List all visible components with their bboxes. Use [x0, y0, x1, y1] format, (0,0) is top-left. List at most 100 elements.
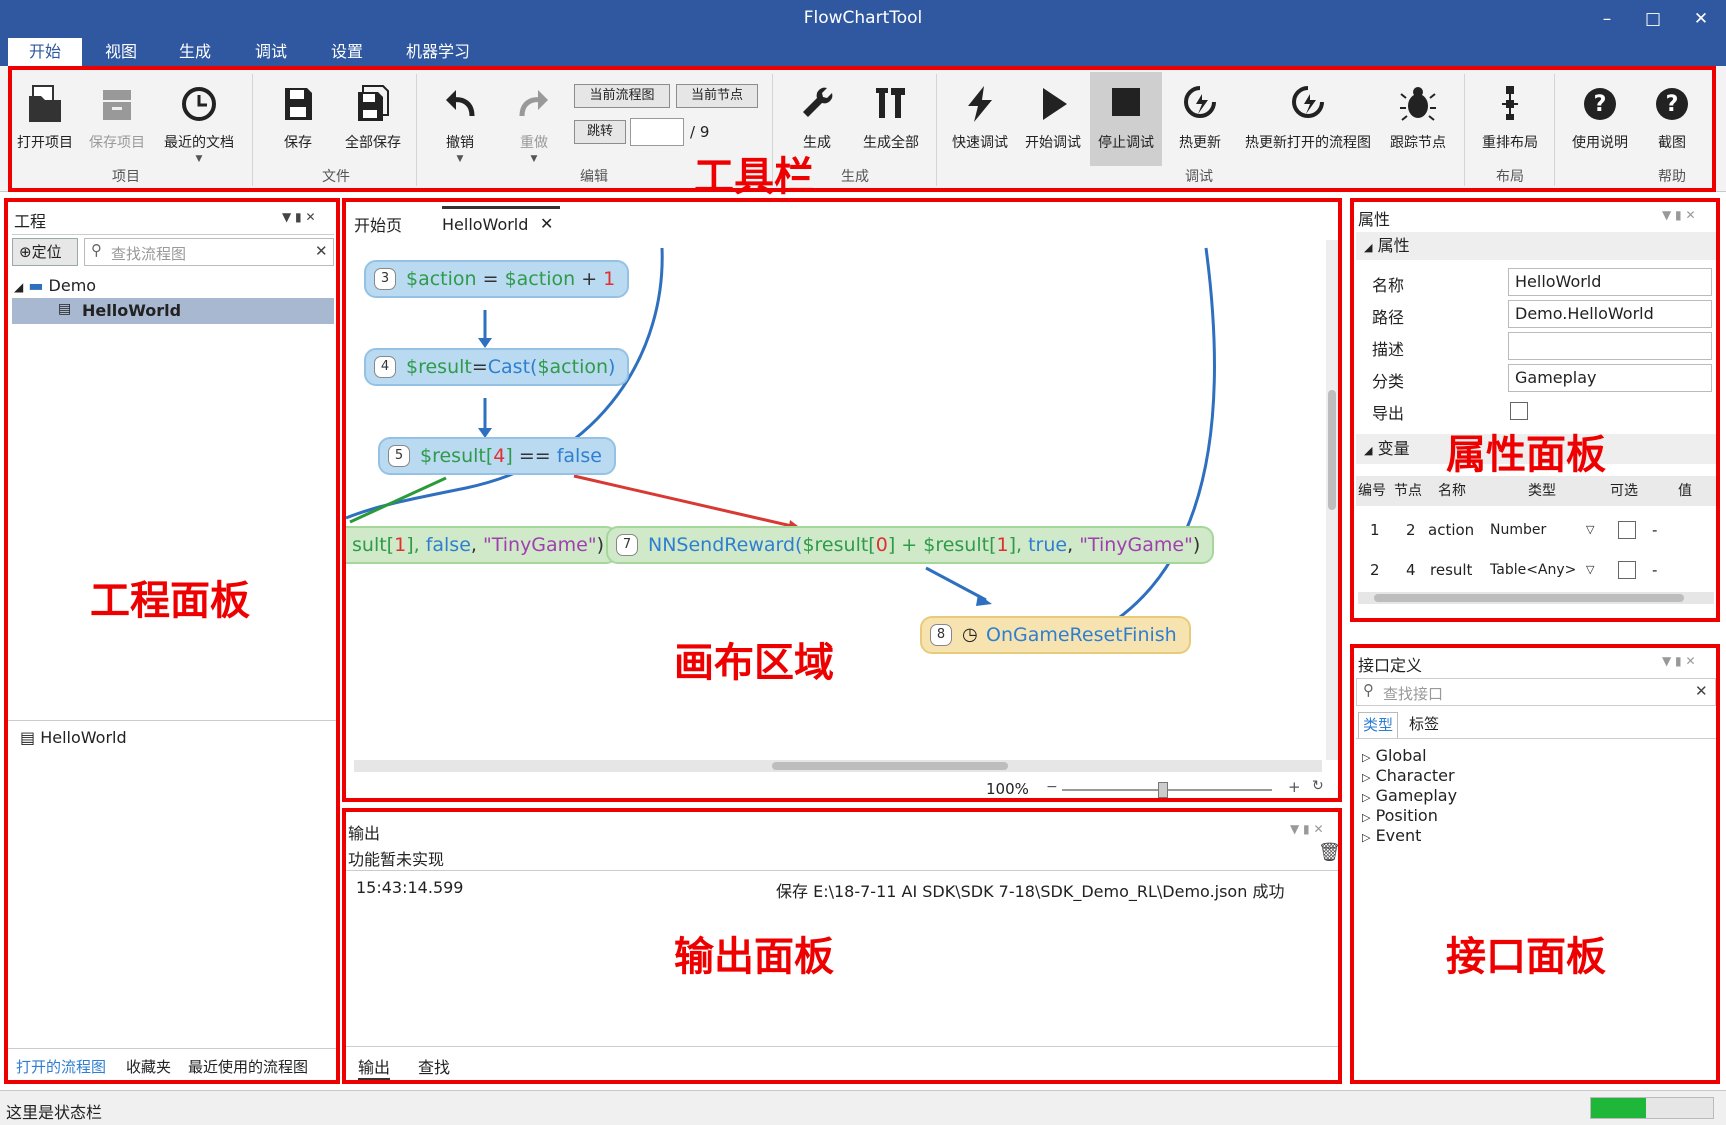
- locate-button[interactable]: ⊕定位: [12, 238, 78, 266]
- table-row[interactable]: 2 4 result Table<Any> ▽ -: [1356, 552, 1716, 588]
- scroll-thumb[interactable]: [1328, 390, 1336, 510]
- target-icon: ⊕: [19, 243, 32, 261]
- scroll-thumb[interactable]: [772, 762, 1008, 770]
- chevron-down-icon[interactable]: ▽: [1586, 552, 1594, 588]
- interface-title: 接口定义: [1358, 656, 1423, 675]
- menu-debug[interactable]: 调试: [240, 38, 302, 66]
- tab-output[interactable]: 输出: [358, 1054, 391, 1080]
- interface-panel: 接口定义 ▼ ▮ ✕ ⚲ 查找接口 ✕ 类型 标签 ▷ Global ▷ Cha…: [1354, 648, 1718, 1080]
- tab-recent-flowcharts[interactable]: 最近使用的流程图: [188, 1056, 308, 1077]
- minimize-button[interactable]: –: [1590, 6, 1624, 32]
- interface-item-character[interactable]: ▷ Character: [1362, 766, 1455, 785]
- interface-item-position[interactable]: ▷ Position: [1362, 806, 1438, 825]
- prop-category-field[interactable]: Gameplay: [1508, 364, 1712, 392]
- zoom-slider[interactable]: [1062, 782, 1272, 798]
- divider: [936, 74, 937, 186]
- label-properties-panel: 属性面板: [1446, 432, 1606, 478]
- label-output-panel: 输出面板: [674, 934, 834, 980]
- jump-button[interactable]: 跳转: [574, 120, 626, 144]
- tab-find[interactable]: 查找: [418, 1054, 450, 1078]
- current-node-button[interactable]: 当前节点: [676, 84, 758, 108]
- tree-folder-demo[interactable]: ◢ ▬ Demo: [14, 276, 96, 295]
- edge-5-6: [349, 476, 447, 524]
- clock-icon: [182, 87, 216, 121]
- menu-view[interactable]: 视图: [90, 38, 152, 66]
- panel-menu-icon[interactable]: ▼ ▮ ✕: [1662, 654, 1696, 668]
- export-checkbox[interactable]: [1510, 402, 1528, 420]
- interface-search-input[interactable]: ⚲ 查找接口 ✕: [1356, 678, 1716, 706]
- folder-open-icon: [29, 85, 61, 122]
- divider: [8, 720, 338, 721]
- horizontal-scrollbar[interactable]: [1358, 592, 1714, 604]
- interface-item-gameplay[interactable]: ▷ Gameplay: [1362, 786, 1457, 805]
- stop-debug-button[interactable]: 停止调试: [1090, 72, 1162, 166]
- collapse-arrow-icon: ◢: [14, 280, 24, 294]
- group-label-help: 帮助: [1658, 169, 1686, 185]
- tab-favorites[interactable]: 收藏夹: [126, 1056, 171, 1077]
- tree-item-selected[interactable]: ▤ HelloWorld: [12, 298, 334, 324]
- flow-node-8[interactable]: 8 ◷ OnGameResetFinish: [920, 616, 1191, 654]
- optional-checkbox[interactable]: [1618, 521, 1636, 539]
- property-section-header[interactable]: ◢ 属性: [1356, 232, 1716, 260]
- tab-open-flowcharts[interactable]: 打开的流程图: [16, 1056, 106, 1077]
- menu-settings[interactable]: 设置: [316, 38, 378, 66]
- prop-desc-field[interactable]: [1508, 332, 1712, 360]
- reset-zoom-icon[interactable]: ↻: [1312, 778, 1324, 794]
- flow-node-3[interactable]: 3 $action = $action + 1: [364, 260, 630, 298]
- tab-start-page[interactable]: 开始页: [354, 212, 402, 236]
- table-row[interactable]: 1 2 action Number ▽ -: [1356, 512, 1716, 548]
- zoom-thumb[interactable]: [1158, 782, 1168, 798]
- trash-icon[interactable]: 🗑︎: [1318, 842, 1341, 863]
- prop-label-export: 导出: [1372, 404, 1405, 423]
- panel-menu-icon[interactable]: ▼ ▮ ✕: [1662, 208, 1696, 222]
- edge-5-7: [573, 474, 797, 529]
- zoom-in-button[interactable]: +: [1288, 778, 1301, 796]
- flow-node-5[interactable]: 5 $result[4] == false: [378, 437, 616, 475]
- log-message: 保存 E:\18-7-11 AI SDK\SDK 7-18\SDK_Demo_R…: [776, 882, 1285, 901]
- group-label-project: 项目: [112, 169, 140, 185]
- prop-label-path: 路径: [1372, 308, 1405, 327]
- menu-build[interactable]: 生成: [164, 38, 226, 66]
- prop-name-field[interactable]: HelloWorld: [1508, 268, 1712, 296]
- prop-label-desc: 描述: [1372, 340, 1405, 359]
- expand-arrow-icon: ▷: [1362, 751, 1371, 764]
- scroll-thumb[interactable]: [1374, 594, 1684, 602]
- wrench-icon: [803, 87, 833, 117]
- prop-path-field[interactable]: Demo.HelloWorld: [1508, 300, 1712, 328]
- clear-icon[interactable]: ✕: [1695, 682, 1708, 700]
- chevron-down-icon[interactable]: ▽: [1586, 512, 1594, 548]
- stop-icon: [1112, 88, 1140, 116]
- close-tab-icon[interactable]: ✕: [540, 214, 553, 233]
- help-icon: ?: [1584, 88, 1616, 120]
- vertical-scrollbar[interactable]: [1326, 240, 1338, 760]
- canvas-area[interactable]: 开始页 HelloWorld ✕ 3 $action = $action + 1 …: [346, 200, 1338, 800]
- flowchart-search-input[interactable]: ⚲ 查找流程图 ✕: [84, 238, 334, 266]
- zoom-level: 100%: [986, 780, 1029, 798]
- close-button[interactable]: ✕: [1684, 6, 1718, 32]
- menu-ml[interactable]: 机器学习: [396, 38, 480, 66]
- menu-start[interactable]: 开始: [8, 38, 82, 66]
- flow-node-4[interactable]: 4 $result=Cast($action): [364, 348, 630, 386]
- tab-helloworld[interactable]: HelloWorld ✕: [442, 206, 560, 236]
- archive-icon: [103, 90, 131, 120]
- tab-types[interactable]: 类型: [1358, 712, 1398, 738]
- divider: [12, 234, 334, 235]
- interface-item-event[interactable]: ▷ Event: [1362, 826, 1421, 845]
- page-number-input[interactable]: [630, 118, 684, 146]
- optional-checkbox[interactable]: [1618, 561, 1636, 579]
- open-flowchart-item[interactable]: ▤ HelloWorld: [20, 728, 127, 747]
- horizontal-scrollbar[interactable]: [354, 760, 1322, 772]
- flow-node-6[interactable]: sult[1], false, "TinyGame"): [346, 526, 619, 564]
- project-panel: 工程 ▼ ▮ ✕ ⊕定位 ⚲ 查找流程图 ✕ ◢ ▬ Demo ▤ HelloW…: [8, 200, 338, 1080]
- panel-menu-icon[interactable]: ▼ ▮ ✕: [1290, 822, 1324, 836]
- clear-icon[interactable]: ✕: [315, 242, 328, 260]
- maximize-button[interactable]: □: [1636, 6, 1670, 32]
- panel-menu-icon[interactable]: ▼ ▮ ✕: [282, 210, 316, 224]
- flow-node-7[interactable]: 7 NNSendReward($result[0] + $result[1], t…: [606, 526, 1215, 564]
- chevron-down-icon: ▼: [195, 154, 203, 164]
- current-flowchart-button[interactable]: 当前流程图: [574, 84, 670, 108]
- zoom-out-button[interactable]: −: [1046, 779, 1058, 795]
- tab-tags[interactable]: 标签: [1404, 712, 1444, 738]
- interface-item-global[interactable]: ▷ Global: [1362, 746, 1427, 765]
- status-bar: 这里是状态栏: [0, 1090, 1726, 1125]
